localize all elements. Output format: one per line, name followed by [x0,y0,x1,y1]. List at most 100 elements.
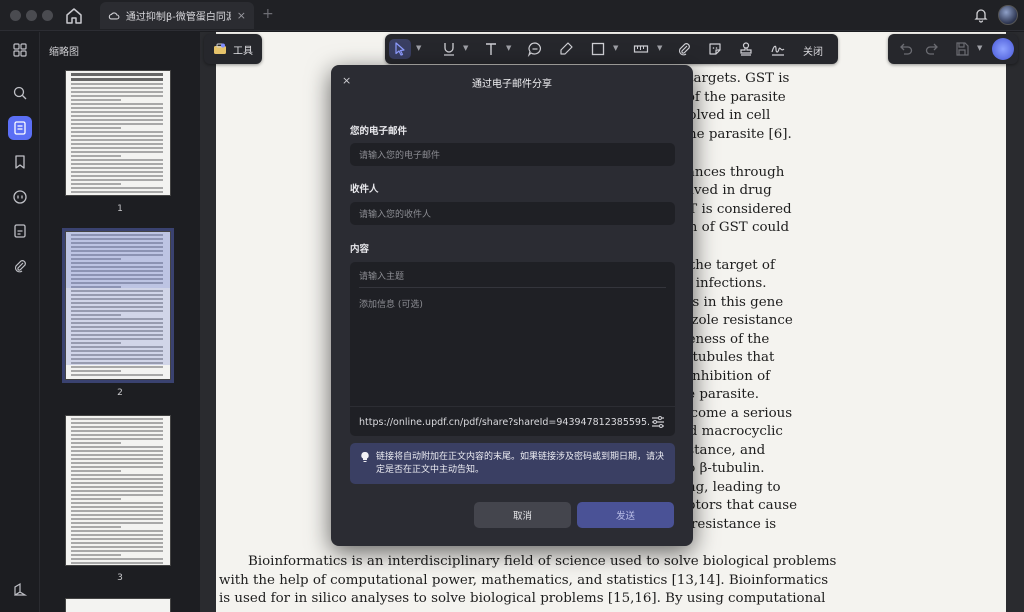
viewport-highlight [66,288,170,365]
attach-icon[interactable] [674,39,694,59]
thumbnail-text-line [71,87,163,89]
thumbnail-text-line [71,466,163,468]
thumbnail-text-line [71,191,163,193]
stamp-icon[interactable] [736,39,756,59]
share-link[interactable]: https://online.updf.cn/pdf/share?shareId… [359,417,649,428]
thumbnail-text-line [71,554,121,556]
thumbnail-text-line [71,514,163,516]
measure-icon[interactable] [630,39,652,59]
signature-icon[interactable] [767,39,789,59]
thumbnail-text-line [71,482,163,484]
divider [359,287,666,288]
search-icon[interactable] [8,81,32,105]
email-label: 您的电子邮件 [350,126,408,137]
thumbnail-text-line [71,374,163,376]
thumbnail-page-3[interactable] [65,415,171,566]
avatar[interactable] [998,5,1018,25]
thumbnails-icon[interactable] [8,116,32,140]
thumbnail-page-1[interactable] [65,70,171,196]
content-box: 请输入主题 添加信息 (可选) https://online.updf.cn/p… [350,262,675,436]
thumbnail-text-line [71,430,163,432]
chevron-down-icon[interactable]: ▼ [657,44,662,52]
thumbnail-text-line [71,107,163,109]
thumbnail-text-line [71,498,121,500]
layers-icon[interactable] [8,578,32,602]
tab-close-icon[interactable]: × [237,9,246,22]
document-tab[interactable]: 通过抑制β-微管蛋白同源 × [100,2,254,29]
cloud-icon [108,11,120,20]
save-icon[interactable] [954,41,970,57]
attachment-list-icon[interactable] [8,219,32,243]
thumbnail-text-line [71,542,163,544]
paperclip-icon[interactable] [8,254,32,278]
thumbnail-text-line [71,562,163,564]
comment-icon[interactable] [8,185,32,209]
sticker-icon[interactable] [705,39,725,59]
undo-icon[interactable] [898,41,914,57]
message-textarea[interactable]: 添加信息 (可选) [359,297,423,310]
thumbnail-text-line [71,418,163,420]
thumbnail-text-line [71,78,163,81]
maximize-window-button[interactable] [42,10,53,21]
thumbnail-text-line [71,155,121,157]
document-text-line: with the help of computational power, ma… [219,573,829,588]
send-button[interactable]: 发送 [577,502,674,528]
underline-icon[interactable] [439,39,459,59]
thumbnail-text-line [71,91,163,93]
close-window-button[interactable] [10,10,21,21]
thumbnail-text-line [71,95,163,97]
email-field[interactable]: 请输入您的电子邮件 [350,143,675,166]
chevron-down-icon[interactable]: ▼ [463,44,468,52]
link-notice: 链接将自动附加在正文内容的末尾。如果链接涉及密码或到期日期，请决定是否在正文中主… [350,443,675,484]
thumbnail-text-line [71,502,163,504]
thumbnail-text-line [71,486,163,488]
thumbnail-page-2[interactable] [62,228,174,383]
thumbnail-text-line [71,526,121,528]
thumbnail-text-line [71,171,163,173]
bell-icon[interactable] [973,7,989,23]
lightbulb-icon [361,451,369,462]
thumbnails-panel: 缩略图 1 2 3 [40,32,200,612]
subject-input[interactable]: 请输入主题 [359,269,404,282]
close-toolbar-button[interactable]: 关闭 [803,43,823,58]
chevron-down-icon[interactable]: ▼ [416,44,421,52]
tab-title: 通过抑制β-微管蛋白同源 [125,12,231,23]
cancel-button[interactable]: 取消 [474,502,571,528]
thumbnail-text-line [71,366,163,368]
minimize-window-button[interactable] [26,10,37,21]
chevron-down-icon[interactable]: ▼ [977,44,982,52]
document-text-line: Bioinformatics is an interdisciplinary f… [248,554,837,569]
select-tool-icon[interactable] [389,39,411,59]
thumbnail-text-line [71,538,163,540]
content-label: 内容 [350,244,370,255]
thumbnail-text-line [71,558,163,560]
tools-button[interactable]: 工具 [204,34,262,64]
thumbnail-page-number: 2 [117,388,123,398]
ai-assistant-icon[interactable] [992,38,1014,60]
thumbnail-text-line [71,183,121,185]
thumbnail-text-line [71,506,163,508]
thumbnail-text-line [71,434,163,436]
thumbnail-text-line [71,442,121,444]
link-settings-icon[interactable] [650,414,666,430]
thumbnails-title: 缩略图 [49,47,79,58]
notice-text: 链接将自动附加在正文内容的末尾。如果链接涉及密码或到期日期，请决定是否在正文中主… [376,452,665,475]
home-icon[interactable] [64,6,84,26]
new-tab-button[interactable]: + [262,6,274,22]
rectangle-shape-icon[interactable] [588,39,608,59]
bookmark-icon[interactable] [8,150,32,174]
grid-view-icon[interactable] [8,38,32,62]
redo-icon[interactable] [924,41,940,57]
comment-bubble-icon[interactable] [525,39,545,59]
thumbnail-text-line [71,450,163,452]
thumbnail-text-line [71,494,163,496]
thumbnail-page-4[interactable] [65,598,171,612]
thumbnail-text-line [71,550,163,552]
chevron-down-icon[interactable]: ▼ [613,44,618,52]
recipient-field[interactable]: 请输入您的收件人 [350,202,675,225]
viewport-highlight [66,232,170,288]
highlighter-icon[interactable] [556,39,576,59]
chevron-down-icon[interactable]: ▼ [506,44,511,52]
text-tool-icon[interactable] [481,39,501,59]
thumbnail-text-line [71,470,121,472]
